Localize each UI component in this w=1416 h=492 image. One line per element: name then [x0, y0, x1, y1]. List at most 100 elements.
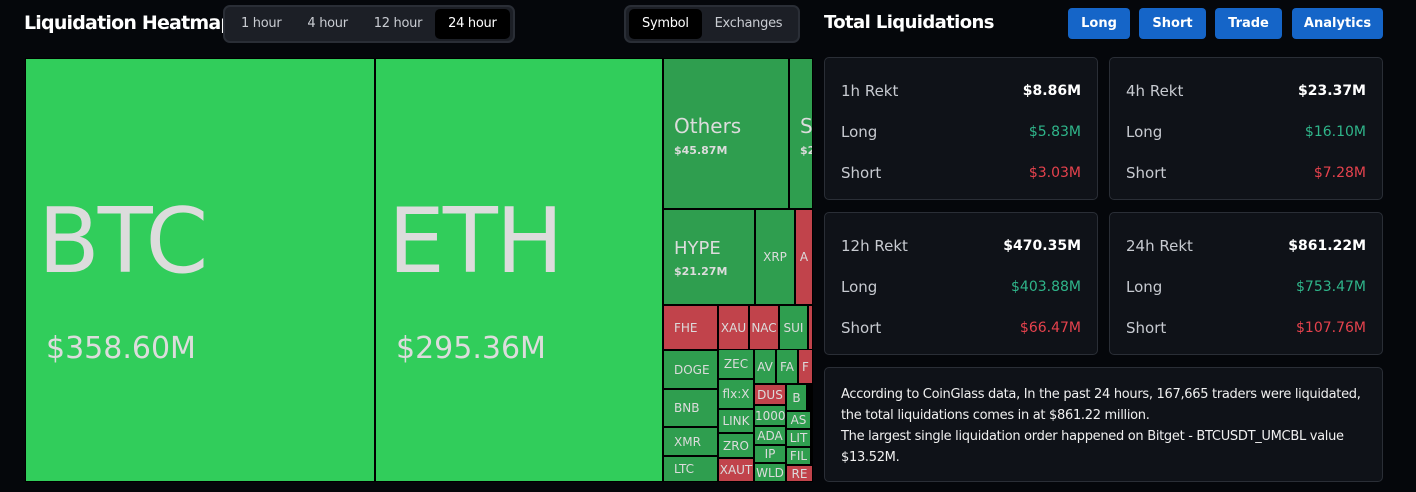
cell-symbol: SO — [800, 114, 813, 138]
cell-symbol: AS — [790, 413, 807, 427]
treemap-cell-hype[interactable]: HYPE $21.27M — [663, 209, 755, 305]
cell-symbol: A — [799, 250, 809, 264]
treemap-cell-ip[interactable]: IP — [754, 445, 786, 463]
cell-symbol: F — [802, 359, 809, 374]
treemap-cell-ltc[interactable]: LTC — [663, 456, 718, 482]
treemap-cell-wld[interactable]: WLD — [754, 463, 786, 482]
treemap-cell-link[interactable]: LINK — [718, 409, 754, 433]
cell-value: $358.60M — [46, 331, 196, 366]
treemap-cell-fil[interactable]: FIL — [786, 447, 811, 465]
cell-symbol: IP — [764, 447, 776, 461]
card-label: 12h Rekt — [841, 237, 908, 255]
cell-symbol: ADA — [757, 428, 783, 443]
rekt-card: 4h Rekt $23.37M Long $16.10M Short $7.28M — [1109, 57, 1383, 200]
short-button[interactable]: Short — [1139, 8, 1206, 39]
short-value: $66.47M — [1019, 320, 1081, 336]
tab-12-hour[interactable]: 12 hour — [361, 9, 435, 39]
treemap-cell-a[interactable]: A — [795, 209, 813, 305]
long-value: $403.88M — [1011, 279, 1081, 295]
treemap-cell-nac[interactable]: NAC — [749, 305, 779, 350]
treemap-cell-sui[interactable]: SUI — [779, 305, 808, 350]
tab-exchanges[interactable]: Exchanges — [702, 9, 796, 39]
cell-symbol: ZEC — [723, 357, 749, 371]
rekt-card: 1h Rekt $8.86M Long $5.83M Short $3.03M — [824, 57, 1098, 200]
treemap-cell-flxx[interactable]: flx:X — [718, 379, 754, 409]
cell-symbol: SUI — [783, 320, 804, 335]
view-tabs: Symbol Exchanges — [624, 5, 801, 43]
cell-symbol: AV — [757, 359, 773, 374]
long-value: $753.47M — [1296, 279, 1366, 295]
cell-symbol: BTC — [38, 189, 208, 294]
treemap-cell-f[interactable]: F — [798, 349, 813, 384]
treemap-cell-eth[interactable]: ETH $295.36M — [375, 58, 663, 482]
tab-24-hour[interactable]: 24 hour — [435, 9, 510, 39]
cell-symbol: flx:X — [722, 387, 750, 401]
treemap-cell-1000[interactable]: 1000 — [754, 405, 786, 426]
cell-symbol: ZRO — [722, 438, 749, 453]
treemap-cell-unlabeled[interactable] — [808, 305, 813, 350]
card-label: 1h Rekt — [841, 82, 899, 100]
tab-1-hour[interactable]: 1 hour — [228, 9, 294, 39]
short-value: $3.03M — [1028, 165, 1081, 181]
card-total: $23.37M — [1298, 83, 1366, 99]
cell-symbol: ETH — [388, 189, 564, 294]
liquidation-treemap: BTC $358.60M ETH $295.36M Others $45.87M SO $2 H… — [25, 58, 813, 482]
short-label: Short — [841, 319, 882, 337]
treemap-cell-xaut[interactable]: XAUT — [718, 458, 754, 482]
treemap-cell-others[interactable]: Others $45.87M — [663, 58, 789, 209]
treemap-cell-zro[interactable]: ZRO — [718, 433, 754, 458]
long-label: Long — [1126, 278, 1163, 296]
cell-symbol: LINK — [722, 414, 750, 428]
short-label: Short — [1126, 164, 1167, 182]
trade-button[interactable]: Trade — [1215, 8, 1282, 39]
cell-symbol: FHE — [674, 320, 698, 335]
tab-symbol[interactable]: Symbol — [629, 9, 702, 39]
long-value: $5.83M — [1028, 124, 1081, 140]
treemap-cell-xmr[interactable]: XMR — [663, 427, 718, 456]
cell-symbol: Others — [674, 114, 742, 138]
time-range-tabs: 1 hour 4 hour 12 hour 24 hour — [223, 5, 515, 43]
short-label: Short — [1126, 319, 1167, 337]
treemap-cell-av[interactable]: AV — [754, 349, 776, 384]
cell-symbol: LTC — [674, 462, 695, 476]
rekt-card: 12h Rekt $470.35M Long $403.88M Short $66.4… — [824, 212, 1098, 355]
long-label: Long — [1126, 123, 1163, 141]
treemap-cell-xrp[interactable]: XRP — [755, 209, 795, 305]
cell-value: $21.27M — [674, 265, 728, 278]
treemap-cell-xau[interactable]: XAU — [718, 305, 749, 350]
treemap-cell-zec[interactable]: ZEC — [718, 349, 754, 379]
card-total: $861.22M — [1288, 238, 1366, 254]
card-total: $470.35M — [1003, 238, 1081, 254]
cell-symbol: DUS — [757, 387, 783, 402]
treemap-cell-bnb[interactable]: BNB — [663, 389, 718, 427]
long-button[interactable]: Long — [1068, 8, 1130, 39]
treemap-cell-doge[interactable]: DOGE — [663, 350, 718, 389]
summary-line-1: According to CoinGlass data, In the past… — [841, 387, 1361, 423]
treemap-cell-so[interactable]: SO $2 — [789, 58, 813, 209]
cell-symbol: NAC — [751, 320, 777, 335]
total-liquidations-title: Total Liquidations — [824, 12, 994, 33]
treemap-cell-as[interactable]: AS — [786, 411, 811, 429]
card-label: 24h Rekt — [1126, 237, 1193, 255]
page-title: Liquidation Heatmap — [24, 12, 234, 34]
treemap-cell-dus[interactable]: DUS — [754, 384, 786, 405]
summary-text-box: According to CoinGlass data, In the past… — [824, 367, 1383, 482]
rekt-card: 24h Rekt $861.22M Long $753.47M Short $107.… — [1109, 212, 1383, 355]
analytics-button[interactable]: Analytics — [1292, 8, 1383, 39]
cell-value: $2 — [800, 144, 812, 157]
treemap-cell-b[interactable]: B — [786, 384, 807, 411]
treemap-cell-fa[interactable]: FA — [776, 349, 798, 384]
treemap-cell-ada[interactable]: ADA — [754, 426, 786, 445]
cell-symbol: DOGE — [674, 362, 710, 377]
treemap-cell-lit[interactable]: LIT — [786, 429, 811, 447]
cell-symbol: FA — [779, 359, 794, 374]
treemap-cell-fhe[interactable]: FHE — [663, 305, 718, 350]
treemap-cell-re[interactable]: RE — [786, 465, 813, 482]
tab-4-hour[interactable]: 4 hour — [294, 9, 360, 39]
cell-symbol: XMR — [674, 434, 701, 449]
summary-line-2: The largest single liquidation order hap… — [841, 429, 1344, 465]
cell-symbol: 1000 — [755, 408, 786, 423]
card-label: 4h Rekt — [1126, 82, 1184, 100]
treemap-cell-btc[interactable]: BTC $358.60M — [25, 58, 375, 482]
cell-symbol: BNB — [674, 401, 700, 415]
